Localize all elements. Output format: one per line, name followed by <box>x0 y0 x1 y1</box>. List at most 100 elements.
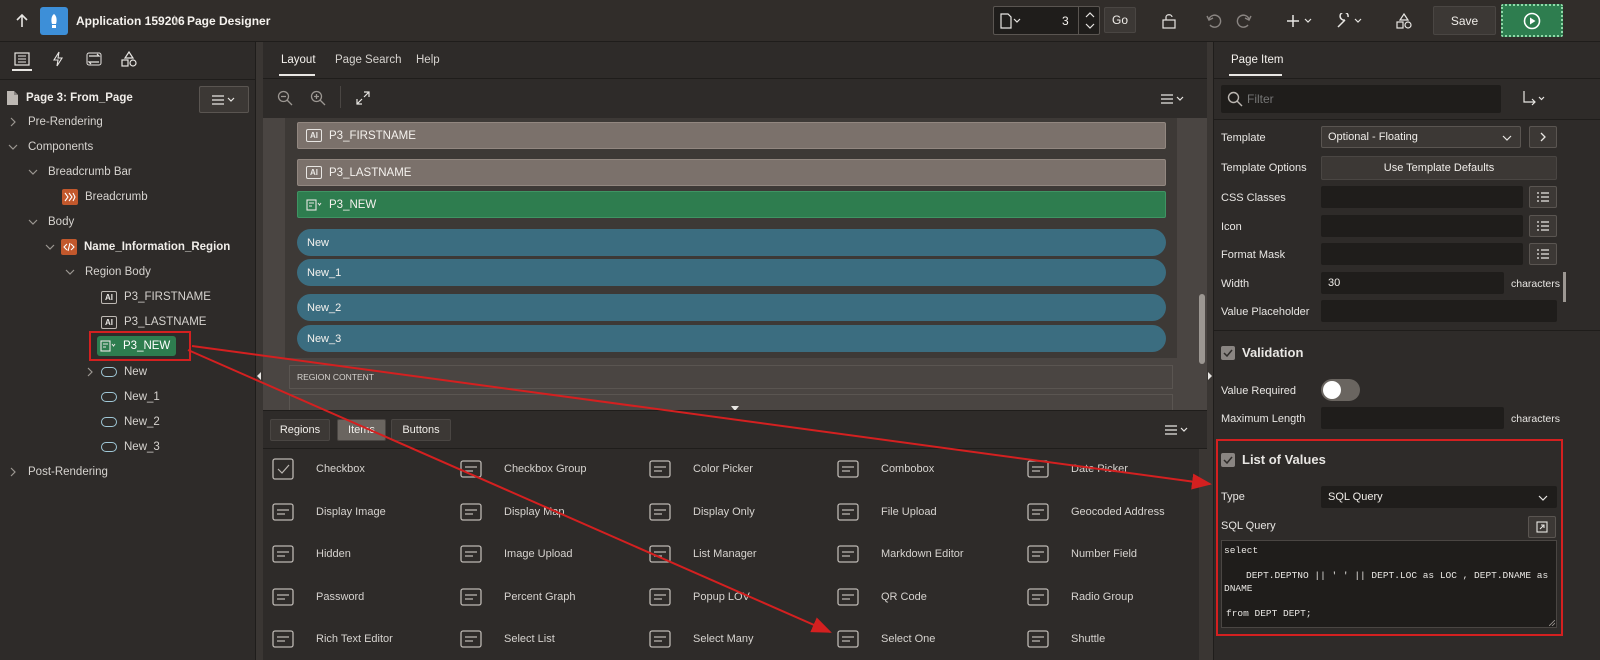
create-menu-icon[interactable] <box>1283 7 1319 35</box>
go-button[interactable]: Go <box>1104 7 1136 33</box>
page-spinner[interactable] <box>1078 7 1100 34</box>
gallery-menu-icon[interactable] <box>1164 424 1190 436</box>
gallery-item-password[interactable]: Password <box>270 584 364 610</box>
value-placeholder-input[interactable] <box>1321 300 1557 322</box>
gallery-item-geocoded-address[interactable]: Geocoded Address <box>1025 499 1165 525</box>
app-title[interactable]: Application 159206 <box>76 14 185 28</box>
template-select[interactable]: Optional - Floating <box>1321 126 1521 148</box>
layout-button-new[interactable]: New <box>297 229 1166 256</box>
processing-icon[interactable] <box>86 51 102 67</box>
utilities-wrench-icon[interactable] <box>1333 7 1369 35</box>
layout-button-new-1[interactable]: New_1 <box>297 259 1166 286</box>
gallery-item-checkbox-group[interactable]: Checkbox Group <box>458 456 587 482</box>
up-arrow-icon[interactable] <box>8 7 36 35</box>
tree-node-p3-lastname[interactable]: AI P3_LASTNAME <box>101 311 206 333</box>
dynamic-actions-icon[interactable] <box>52 51 64 67</box>
filter-input[interactable] <box>1247 89 1487 109</box>
gallery-item-list-manager[interactable]: List Manager <box>647 541 757 567</box>
app-icon[interactable] <box>40 7 68 35</box>
gallery-item-select-many[interactable]: Select Many <box>647 626 754 652</box>
gallery-item-file-upload[interactable]: File Upload <box>835 499 937 525</box>
template-goto-button[interactable] <box>1529 126 1557 148</box>
gallery-scrollbar[interactable] <box>1199 449 1207 660</box>
tree-node-breadcrumb-bar[interactable]: Breadcrumb Bar <box>28 161 132 183</box>
tree-node-p3-firstname[interactable]: AI P3_FIRSTNAME <box>101 286 211 308</box>
gallery-tab-items[interactable]: Items <box>337 419 386 441</box>
page-title[interactable]: Page 3: From_Page <box>26 92 133 104</box>
tree-node-new-2[interactable]: New_2 <box>101 411 160 433</box>
gallery-item-radio-group[interactable]: Radio Group <box>1025 584 1133 610</box>
gallery-item-date-picker[interactable]: Date Picker <box>1025 456 1128 482</box>
page-number-input[interactable]: 3 <box>1062 14 1069 28</box>
validation-section-header[interactable]: Validation <box>1221 345 1303 360</box>
icon-list-button[interactable] <box>1529 215 1557 237</box>
save-button[interactable]: Save <box>1433 6 1496 35</box>
icon-input[interactable] <box>1321 215 1523 237</box>
list-of-values-section-header[interactable]: List of Values <box>1221 452 1326 467</box>
tree-node-breadcrumb[interactable]: Breadcrumb <box>62 186 148 208</box>
gallery-item-popup-lov[interactable]: Popup LOV <box>647 584 750 610</box>
page-icon[interactable] <box>1000 13 1022 29</box>
gallery-item-display-only[interactable]: Display Only <box>647 499 755 525</box>
gallery-item-shuttle[interactable]: Shuttle <box>1025 626 1105 652</box>
filter-box[interactable] <box>1221 85 1501 113</box>
gallery-item-display-map[interactable]: Display Map <box>458 499 565 525</box>
gallery-item-qr-code[interactable]: QR Code <box>835 584 927 610</box>
gallery-tab-buttons[interactable]: Buttons <box>391 419 451 441</box>
format-mask-input[interactable] <box>1321 243 1523 265</box>
width-input[interactable]: 30 <box>1321 272 1504 294</box>
css-classes-input[interactable] <box>1321 186 1523 208</box>
format-mask-list-button[interactable] <box>1529 243 1557 265</box>
undo-icon[interactable] <box>1200 7 1228 35</box>
page-shared-components-icon[interactable] <box>121 51 137 67</box>
tree-node-new-3[interactable]: New_3 <box>101 436 160 458</box>
layout-button-new-3[interactable]: New_3 <box>297 325 1166 352</box>
gallery-item-number-field[interactable]: Number Field <box>1025 541 1137 567</box>
gallery-tab-regions[interactable]: Regions <box>270 419 330 441</box>
rendering-tab-icon[interactable] <box>14 52 30 66</box>
run-page-button[interactable] <box>1501 4 1563 37</box>
gallery-item-select-list[interactable]: Select List <box>458 626 555 652</box>
tree-node-pre-rendering[interactable]: Pre-Rendering <box>8 111 103 133</box>
go-to-group-icon[interactable] <box>1522 90 1546 108</box>
gallery-item-select-one[interactable]: Select One <box>835 626 935 652</box>
gallery-item-checkbox[interactable]: Checkbox <box>270 456 365 482</box>
tree-node-new-1[interactable]: New_1 <box>101 386 160 408</box>
layout-item-p3-new[interactable]: P3_NEW <box>297 191 1166 218</box>
redo-icon[interactable] <box>1230 7 1258 35</box>
gallery-item-display-image[interactable]: Display Image <box>270 499 386 525</box>
zoom-in-icon[interactable] <box>310 90 326 106</box>
sql-query-editor[interactable]: select DEPT.DEPTNO || ' ' || DEPT.LOC as… <box>1221 540 1557 628</box>
left-splitter[interactable] <box>256 42 263 660</box>
property-scrollbar[interactable] <box>1563 272 1566 302</box>
gallery-item-markdown-editor[interactable]: Markdown Editor <box>835 541 964 567</box>
maximum-length-input[interactable] <box>1321 407 1504 429</box>
use-template-defaults-button[interactable]: Use Template Defaults <box>1321 156 1557 180</box>
gallery-item-image-upload[interactable]: Image Upload <box>458 541 573 567</box>
tree-node-post-rendering[interactable]: Post-Rendering <box>8 461 108 483</box>
layout-menu-icon[interactable] <box>1160 93 1186 105</box>
tree-node-p3-new[interactable]: P3_NEW <box>97 336 177 356</box>
tab-page-search[interactable]: Page Search <box>335 54 402 66</box>
region-content-dropzone[interactable]: REGION CONTENT <box>289 365 1173 389</box>
tree-node-body[interactable]: Body <box>28 211 74 233</box>
tree-node-region[interactable]: Name_Information_Region <box>45 236 230 258</box>
zoom-out-icon[interactable] <box>277 90 293 106</box>
tree-node-new[interactable]: New <box>85 361 147 383</box>
value-required-toggle[interactable] <box>1321 379 1360 401</box>
css-classes-list-button[interactable] <box>1529 186 1557 208</box>
tree-menu-button[interactable] <box>199 86 249 113</box>
gallery-item-percent-graph[interactable]: Percent Graph <box>458 584 576 610</box>
tab-page-item[interactable]: Page Item <box>1231 54 1283 66</box>
tree-node-components[interactable]: Components <box>8 136 93 158</box>
layout-item-p3-lastname[interactable]: AI P3_LASTNAME <box>297 159 1166 186</box>
canvas-scrollbar[interactable] <box>1199 294 1205 364</box>
gallery-item-rich-text-editor[interactable]: Rich Text Editor <box>270 626 393 652</box>
layout-button-new-2[interactable]: New_2 <box>297 294 1166 321</box>
lock-icon[interactable] <box>1155 7 1183 35</box>
gallery-item-color-picker[interactable]: Color Picker <box>647 456 753 482</box>
gallery-item-hidden[interactable]: Hidden <box>270 541 351 567</box>
tab-layout[interactable]: Layout <box>281 54 316 66</box>
shared-components-icon[interactable] <box>1390 7 1418 35</box>
open-code-editor-button[interactable] <box>1528 516 1556 538</box>
